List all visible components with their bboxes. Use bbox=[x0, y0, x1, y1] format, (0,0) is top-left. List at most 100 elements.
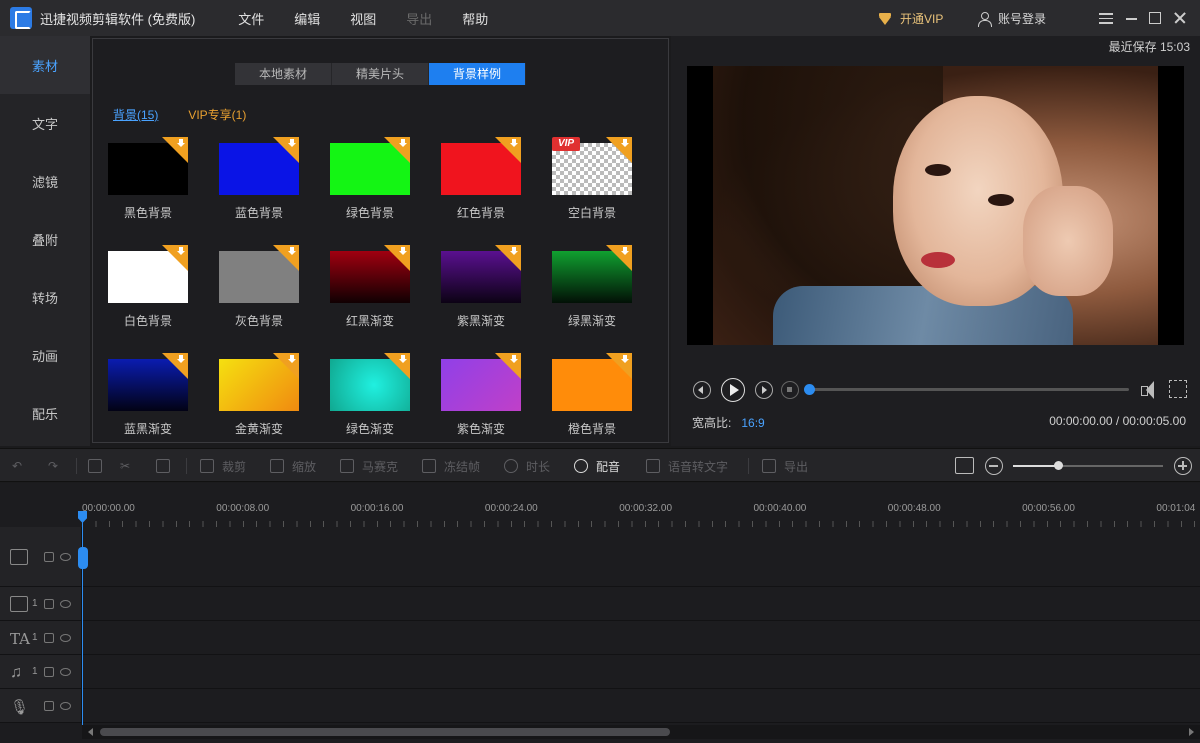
sidebar-item-transition[interactable]: 转场 bbox=[0, 268, 90, 326]
background-thumbnail[interactable]: 红黑渐变 bbox=[330, 245, 410, 331]
fit-timeline-icon[interactable] bbox=[955, 457, 974, 474]
progress-knob[interactable] bbox=[804, 384, 815, 395]
background-thumbnail[interactable]: 蓝色背景 bbox=[219, 137, 299, 223]
menu-help[interactable]: 帮助 bbox=[447, 9, 503, 28]
tab-intro[interactable]: 精美片头 bbox=[332, 63, 429, 85]
sidebar-item-text[interactable]: 文字 bbox=[0, 94, 90, 152]
eye-icon[interactable] bbox=[60, 599, 71, 608]
download-icon[interactable] bbox=[510, 355, 518, 364]
background-thumbnail[interactable]: 橙色背景 bbox=[552, 353, 632, 439]
hamburger-menu-icon[interactable] bbox=[1098, 10, 1114, 26]
background-thumbnail[interactable]: 黑色背景 bbox=[108, 137, 188, 223]
menu-view[interactable]: 视图 bbox=[335, 9, 391, 28]
track-video-overlay[interactable]: 1 bbox=[0, 587, 1200, 621]
zoom-knob[interactable] bbox=[1054, 461, 1063, 470]
background-thumbnail[interactable]: 灰色背景 bbox=[219, 245, 299, 331]
tab-local-material[interactable]: 本地素材 bbox=[235, 63, 332, 85]
zoom-out-icon[interactable] bbox=[985, 457, 1003, 475]
download-icon[interactable] bbox=[399, 247, 407, 256]
speaker-icon[interactable] bbox=[60, 667, 71, 676]
track-voice[interactable]: 🎙 bbox=[0, 689, 1200, 723]
download-icon[interactable] bbox=[621, 139, 629, 148]
scale-button[interactable]: 缩放 bbox=[270, 449, 316, 483]
eye-icon[interactable] bbox=[60, 552, 71, 561]
next-frame-icon[interactable] bbox=[755, 381, 773, 399]
download-icon[interactable] bbox=[288, 355, 296, 364]
background-thumbnail[interactable]: 绿黑渐变 bbox=[552, 245, 632, 331]
export-button[interactable]: 导出 bbox=[762, 449, 808, 483]
sidebar-item-animation[interactable]: 动画 bbox=[0, 326, 90, 384]
previous-frame-icon[interactable] bbox=[693, 381, 711, 399]
aspect-ratio-value[interactable]: 16:9 bbox=[741, 416, 764, 430]
lock-icon[interactable] bbox=[44, 551, 54, 562]
edit-icon[interactable] bbox=[88, 449, 110, 483]
track-video-main[interactable] bbox=[0, 527, 1200, 587]
download-icon[interactable] bbox=[399, 139, 407, 148]
sidebar-item-material[interactable]: 素材 bbox=[0, 36, 90, 94]
background-thumbnail[interactable]: 紫色渐变 bbox=[441, 353, 521, 439]
download-icon[interactable] bbox=[177, 139, 185, 148]
play-icon[interactable] bbox=[721, 378, 745, 402]
lock-icon[interactable] bbox=[44, 666, 54, 677]
mosaic-button[interactable]: 马赛克 bbox=[340, 449, 398, 483]
volume-icon[interactable] bbox=[1139, 380, 1161, 400]
sidebar-item-overlay[interactable]: 叠附 bbox=[0, 210, 90, 268]
undo-icon[interactable]: ↶ bbox=[12, 449, 22, 483]
stop-icon[interactable] bbox=[781, 381, 799, 399]
track-text[interactable]: TA 1 bbox=[0, 621, 1200, 655]
scrollbar-thumb[interactable] bbox=[100, 728, 670, 736]
timeline-zoom-slider[interactable] bbox=[1013, 461, 1163, 470]
cut-icon[interactable]: ✂ bbox=[120, 449, 130, 483]
zoom-in-icon[interactable] bbox=[1174, 457, 1192, 475]
timeline-scrollbar[interactable] bbox=[82, 725, 1200, 739]
download-icon[interactable] bbox=[177, 355, 185, 364]
open-vip-button[interactable]: 开通VIP bbox=[878, 10, 943, 27]
minimize-icon[interactable] bbox=[1124, 10, 1140, 26]
delete-icon[interactable] bbox=[156, 449, 178, 483]
lock-icon[interactable] bbox=[44, 598, 54, 609]
scroll-right-icon[interactable] bbox=[1189, 728, 1194, 736]
download-icon[interactable] bbox=[510, 139, 518, 148]
background-thumbnail[interactable]: 红色背景 bbox=[441, 137, 521, 223]
download-icon[interactable] bbox=[621, 355, 629, 364]
speech-to-text-button[interactable]: 语音转文字 bbox=[646, 449, 728, 483]
tab-background-samples[interactable]: 背景样例 bbox=[429, 63, 526, 85]
background-thumbnail[interactable]: 金黄渐变 bbox=[219, 353, 299, 439]
download-icon[interactable] bbox=[510, 247, 518, 256]
sidebar-item-music[interactable]: 配乐 bbox=[0, 384, 90, 442]
background-thumbnail[interactable]: VIP 空白背景 bbox=[552, 137, 632, 223]
playback-progress-slider[interactable] bbox=[804, 384, 1129, 395]
background-thumbnail[interactable]: 绿色渐变 bbox=[330, 353, 410, 439]
scroll-left-icon[interactable] bbox=[88, 728, 93, 736]
close-icon[interactable] bbox=[1172, 10, 1188, 26]
eye-icon[interactable] bbox=[60, 633, 71, 642]
subtab-vip[interactable]: VIP专享(1) bbox=[188, 106, 246, 123]
download-icon[interactable] bbox=[399, 355, 407, 364]
maximize-icon[interactable] bbox=[1147, 10, 1163, 26]
duration-button[interactable]: 时长 bbox=[504, 449, 550, 483]
download-icon[interactable] bbox=[288, 139, 296, 148]
dubbing-button[interactable]: 配音 bbox=[574, 449, 620, 483]
download-icon[interactable] bbox=[288, 247, 296, 256]
account-login-button[interactable]: 账号登录 bbox=[978, 10, 1046, 27]
download-icon[interactable] bbox=[177, 247, 185, 256]
timeline-ruler[interactable]: 00:00:00.00 00:00:08.00 00:00:16.00 00:00:2… bbox=[82, 499, 1200, 527]
video-preview-screen[interactable] bbox=[687, 66, 1184, 345]
redo-icon[interactable]: ↷ bbox=[48, 449, 58, 483]
background-thumbnail[interactable]: 白色背景 bbox=[108, 245, 188, 331]
lock-icon[interactable] bbox=[44, 632, 54, 643]
crop-button[interactable]: 裁剪 bbox=[200, 449, 246, 483]
menu-export[interactable]: 导出 bbox=[391, 9, 447, 28]
playhead-handle[interactable] bbox=[78, 547, 88, 569]
lock-icon[interactable] bbox=[44, 700, 54, 711]
subtab-background[interactable]: 背景(15) bbox=[113, 106, 158, 123]
track-music[interactable]: ♫ 1 bbox=[0, 655, 1200, 689]
menu-file[interactable]: 文件 bbox=[223, 9, 279, 28]
freeze-frame-button[interactable]: 冻结帧 bbox=[422, 449, 480, 483]
sidebar-item-filter[interactable]: 滤镜 bbox=[0, 152, 90, 210]
background-thumbnail[interactable]: 绿色背景 bbox=[330, 137, 410, 223]
fullscreen-icon[interactable] bbox=[1169, 380, 1187, 398]
download-icon[interactable] bbox=[621, 247, 629, 256]
background-thumbnail[interactable]: 紫黑渐变 bbox=[441, 245, 521, 331]
speaker-icon[interactable] bbox=[60, 701, 71, 710]
